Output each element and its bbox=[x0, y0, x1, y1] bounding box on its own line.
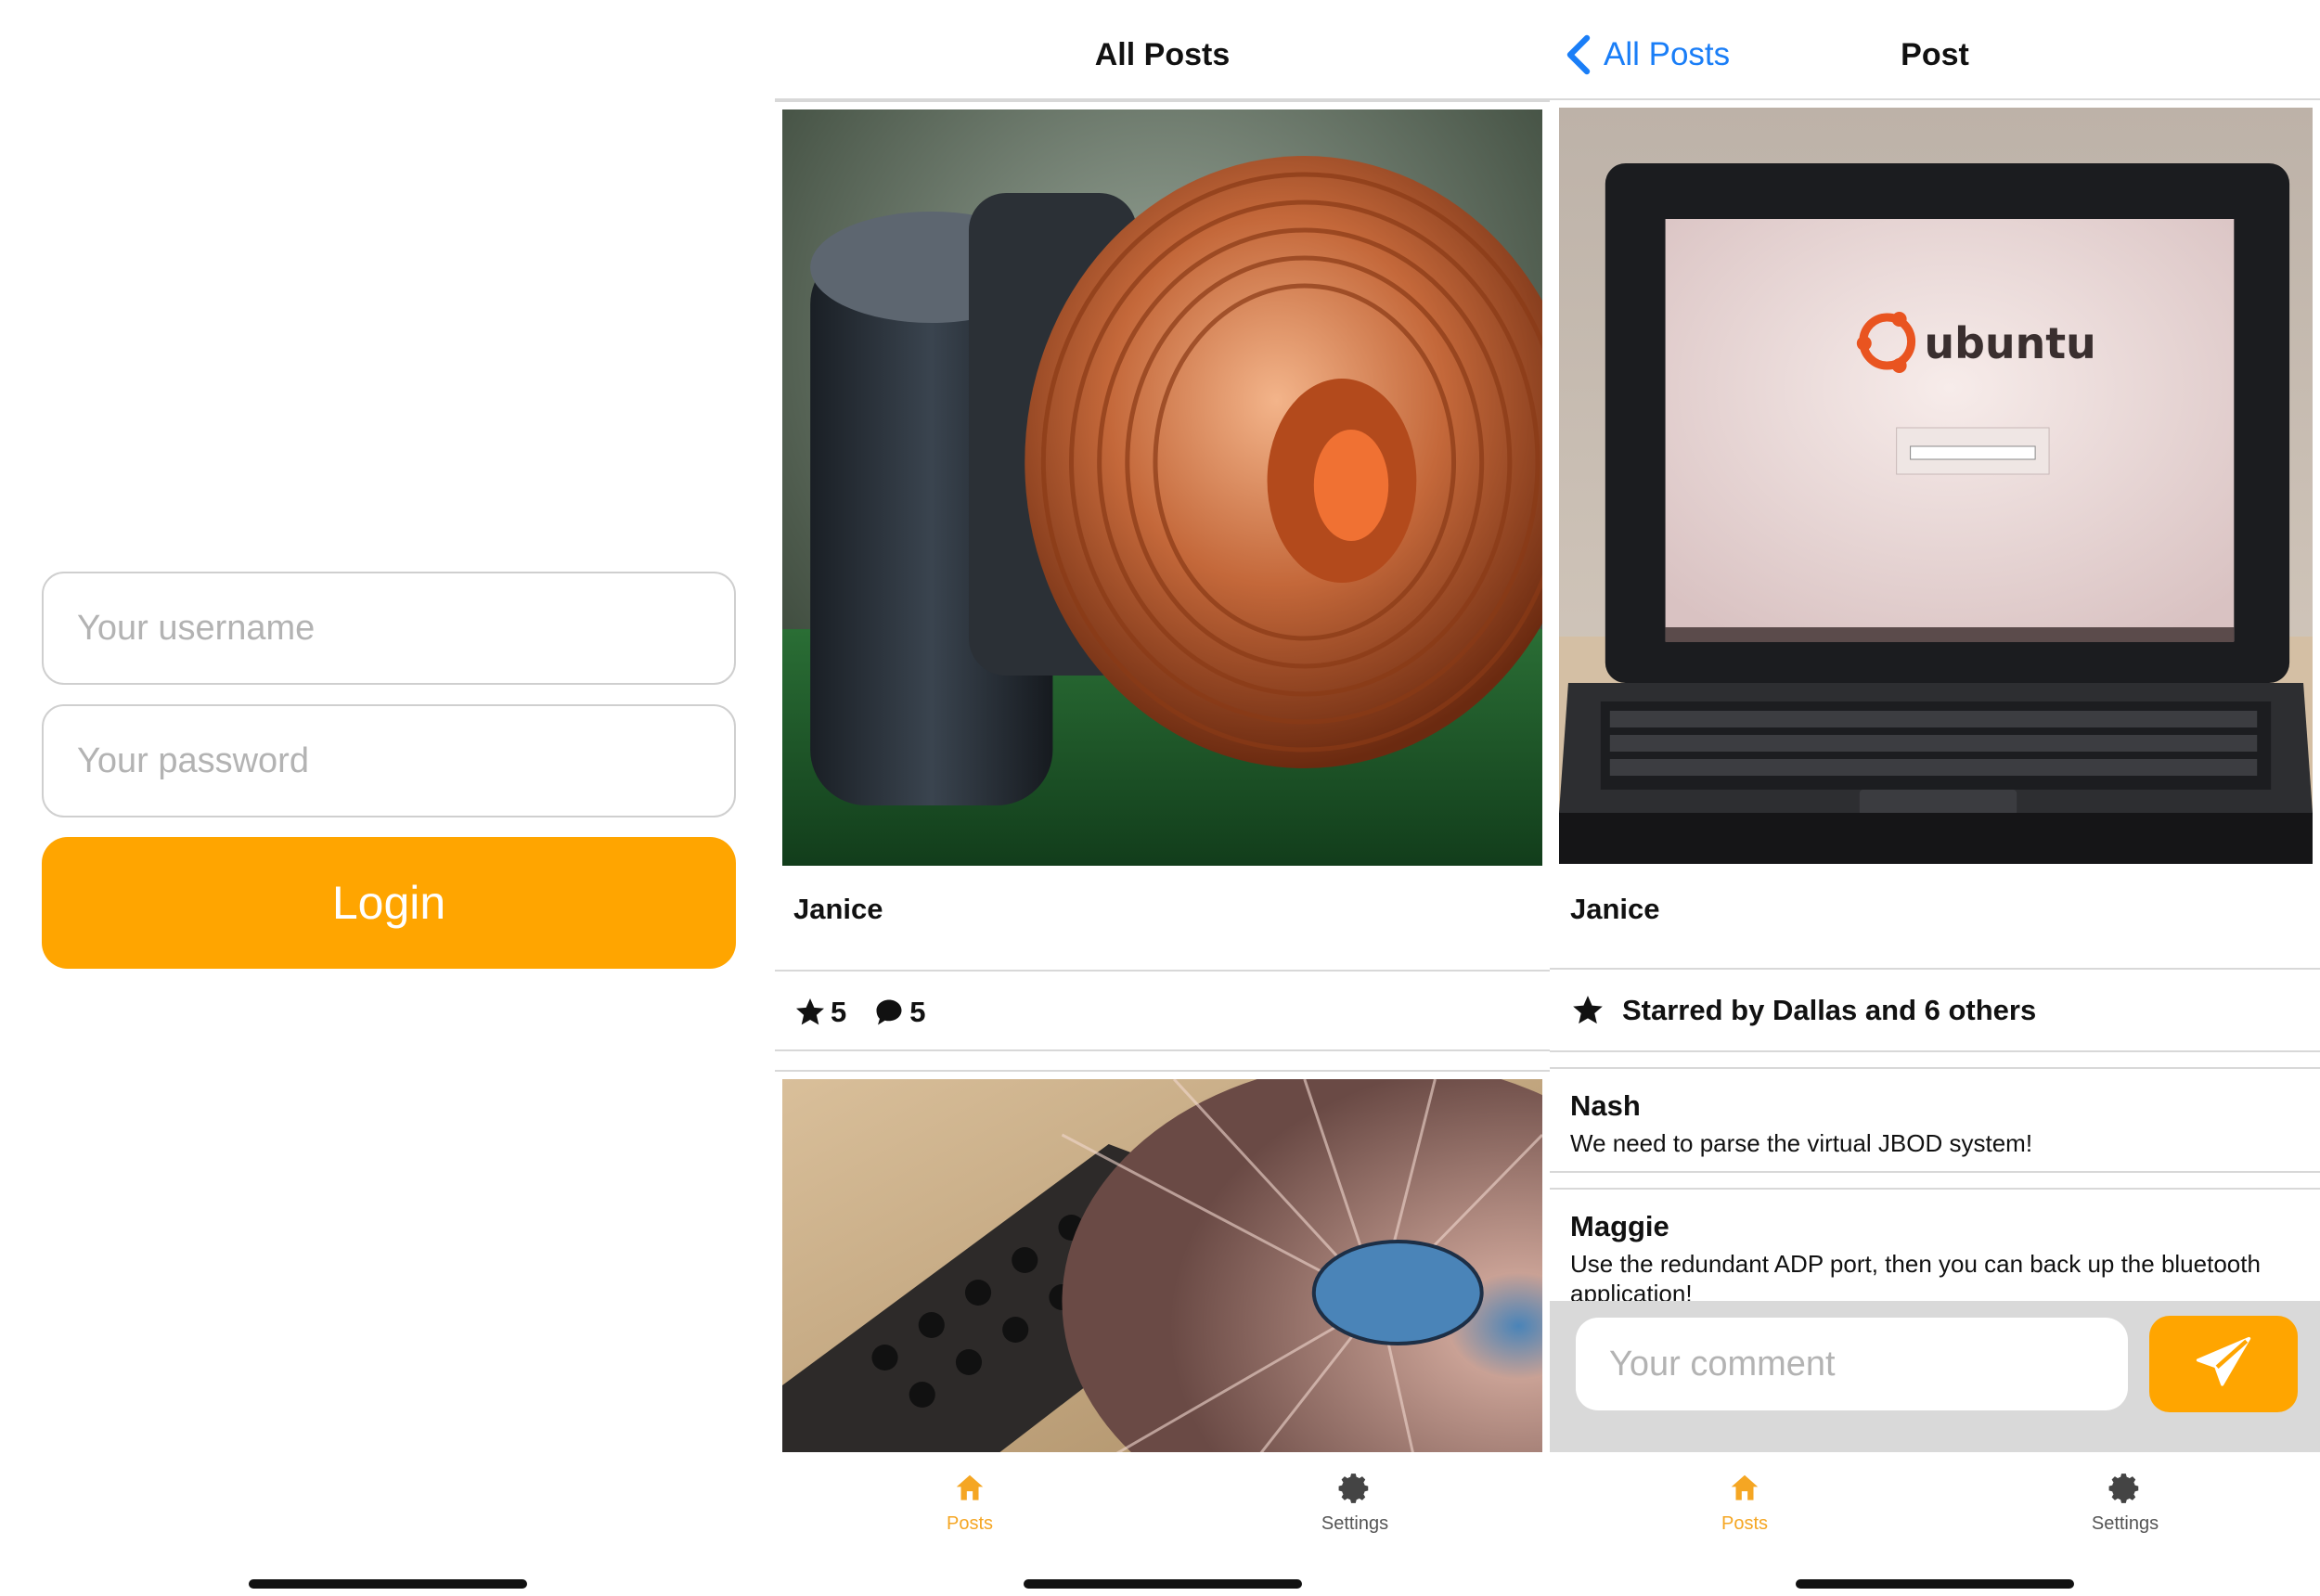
tab-bar: Posts Settings bbox=[1550, 1452, 2320, 1596]
post-card[interactable]: Janice 5 5 bbox=[775, 100, 1550, 1051]
divider bbox=[1550, 1171, 2320, 1173]
comment-composer bbox=[1550, 1301, 2320, 1452]
nav-bar: All Posts bbox=[775, 0, 1550, 100]
post-stats: 5 5 bbox=[793, 996, 952, 1029]
comment-item: Maggie Use the redundant ADP port, then … bbox=[1570, 1210, 2311, 1308]
home-indicator bbox=[1796, 1579, 2074, 1589]
nav-bar: All Posts Post bbox=[1550, 0, 2320, 100]
tab-label: Posts bbox=[946, 1513, 994, 1534]
tab-settings[interactable]: Settings bbox=[2069, 1471, 2181, 1535]
home-indicator bbox=[1023, 1579, 1302, 1589]
tab-label: Settings bbox=[1321, 1513, 1389, 1534]
page-title: All Posts bbox=[1094, 37, 1231, 72]
post-author: Janice bbox=[793, 893, 883, 925]
login-button[interactable]: Login bbox=[42, 837, 736, 969]
ubuntu-logo-text: ubuntu bbox=[1925, 318, 2096, 368]
send-button[interactable] bbox=[2149, 1316, 2298, 1412]
post-photo[interactable] bbox=[782, 109, 1542, 866]
tab-posts[interactable]: Posts bbox=[914, 1471, 1025, 1535]
password-input[interactable] bbox=[42, 704, 736, 817]
divider bbox=[1550, 1050, 2320, 1052]
post-author: Janice bbox=[1570, 893, 1660, 925]
tab-settings[interactable]: Settings bbox=[1299, 1471, 1411, 1535]
post-photo[interactable]: ubuntu bbox=[1559, 108, 2313, 864]
comment-icon bbox=[876, 999, 902, 1025]
post-photo[interactable] bbox=[782, 1079, 1542, 1452]
comment-count-value: 5 bbox=[909, 996, 926, 1028]
comment-author: Nash bbox=[1570, 1089, 1641, 1122]
post-list[interactable]: Janice 5 5 bbox=[775, 100, 1550, 1452]
laptop-photo: ubuntu bbox=[1559, 108, 2313, 864]
post-detail-screen: All Posts Post ubuntu Janice Starred by … bbox=[1550, 0, 2320, 1596]
comment-text: Use the redundant ADP port, then you can… bbox=[1570, 1250, 2261, 1307]
tab-label: Settings bbox=[2091, 1513, 2159, 1534]
home-indicator bbox=[248, 1579, 527, 1589]
divider bbox=[1550, 1188, 2320, 1190]
comment-text: We need to parse the virtual JBOD system… bbox=[1570, 1129, 2033, 1157]
divider bbox=[775, 970, 1550, 972]
tab-bar: Posts Settings bbox=[775, 1452, 1550, 1596]
comment-author: Maggie bbox=[1570, 1210, 1669, 1242]
star-count-value: 5 bbox=[831, 996, 847, 1028]
send-icon bbox=[2196, 1336, 2251, 1386]
star-icon bbox=[796, 998, 824, 1025]
starred-text: Starred by Dallas and 6 others bbox=[1622, 994, 2037, 1026]
turntable-photo bbox=[782, 1079, 1542, 1452]
username-input[interactable] bbox=[42, 572, 736, 685]
home-icon bbox=[1731, 1474, 1759, 1500]
feed-screen: All Posts Janice 5 5 Posts Settings bbox=[775, 0, 1550, 1596]
home-icon bbox=[956, 1474, 984, 1500]
tab-posts[interactable]: Posts bbox=[1689, 1471, 1800, 1535]
inductor-photo bbox=[782, 109, 1542, 866]
divider bbox=[1550, 1067, 2320, 1069]
starred-by[interactable]: Starred by Dallas and 6 others bbox=[1570, 993, 2036, 1028]
page-title: Post bbox=[1901, 37, 1969, 72]
star-icon bbox=[1573, 996, 1603, 1024]
star-count[interactable]: 5 bbox=[793, 996, 846, 1029]
post-card[interactable] bbox=[775, 1070, 1550, 1452]
gear-icon bbox=[2108, 1474, 2139, 1503]
comment-input[interactable] bbox=[1576, 1318, 2128, 1410]
comment-count[interactable]: 5 bbox=[872, 996, 926, 1029]
comment-item: Nash We need to parse the virtual JBOD s… bbox=[1570, 1089, 2311, 1158]
divider bbox=[1550, 968, 2320, 970]
gear-icon bbox=[1338, 1474, 1369, 1503]
tab-label: Posts bbox=[1721, 1513, 1769, 1534]
login-screen: Login bbox=[0, 0, 775, 1596]
